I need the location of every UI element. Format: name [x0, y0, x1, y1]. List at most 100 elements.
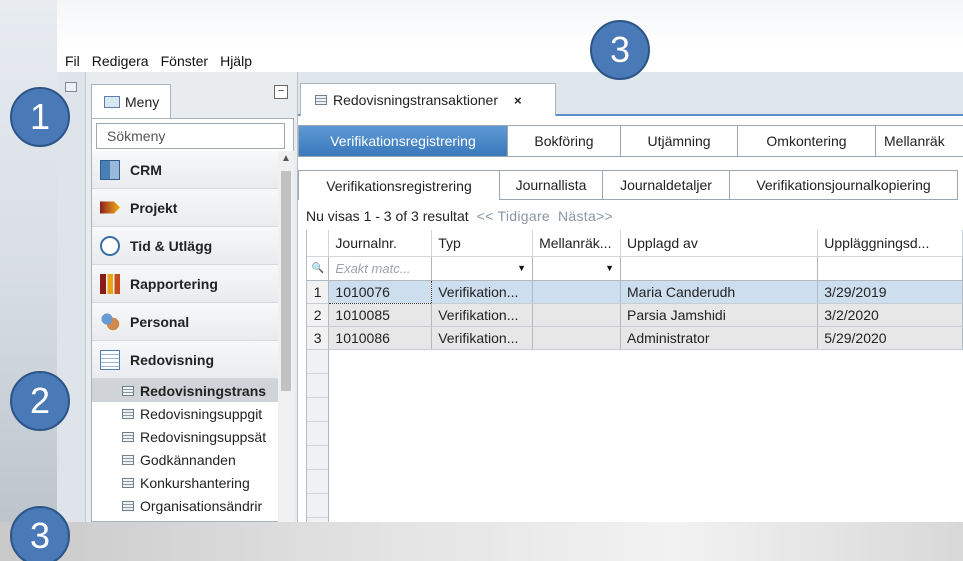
subtab-verifikationsregistrering[interactable]: Verifikationsregistrering: [298, 170, 500, 200]
people-icon: [100, 311, 120, 332]
menu-body: CRM Projekt Tid & Utlägg Rapportering Pe…: [91, 118, 294, 523]
cell-upplaggningsdatum[interactable]: 5/29/2020: [817, 326, 963, 350]
journal-table: Journalnr. Typ Mellanräk... Upplagd av U…: [307, 230, 963, 350]
menu-item-konkurshantering[interactable]: Konkurshantering: [92, 471, 278, 494]
menu-hjalp[interactable]: Hjälp: [220, 53, 252, 69]
menu-item-label: Konkurshantering: [140, 474, 250, 491]
menu-scrollbar[interactable]: ▲: [278, 151, 294, 523]
menu-item-organisationsandring[interactable]: Organisationsändrir: [92, 494, 278, 517]
cell-typ[interactable]: Verifikation...: [431, 303, 534, 327]
subtab-verifikationsjournalkopiering[interactable]: Verifikationsjournalkopiering: [730, 170, 958, 200]
menu-category-label: Personal: [130, 313, 190, 330]
close-tab-icon[interactable]: ×: [514, 93, 522, 108]
menu-fil[interactable]: Fil: [65, 53, 80, 69]
menu-item-label: Redovisningsuppsät: [140, 428, 267, 445]
menu-item-redovisningstransaktioner[interactable]: Redovisningstrans: [92, 379, 278, 402]
cell-typ[interactable]: Verifikation...: [431, 280, 534, 304]
menu-category-projekt[interactable]: Projekt: [92, 189, 278, 227]
cell-journalnr[interactable]: 1010085: [328, 303, 433, 327]
tab-meny[interactable]: Meny: [91, 84, 171, 118]
filter-upplaggningsdatum[interactable]: [817, 256, 963, 281]
column-mellanrakning[interactable]: Mellanräk...: [532, 230, 622, 257]
menu-item-redovisningsuppgifter[interactable]: Redovisningsuppgit: [92, 402, 278, 425]
filter-placeholder: Exakt matc...: [335, 261, 411, 276]
filter-journalnr-input[interactable]: Exakt matc...: [328, 256, 433, 281]
collapse-button[interactable]: −: [274, 85, 288, 99]
level2-tabs: Verifikationsregistrering Journallista J…: [298, 170, 958, 200]
menu-category-redovisning[interactable]: Redovisning: [92, 341, 278, 379]
menu-fonster[interactable]: Fönster: [161, 53, 208, 69]
tab-utjamning[interactable]: Utjämning: [621, 125, 738, 157]
column-upplaggningsdatum[interactable]: Uppläggningsd...: [817, 230, 963, 257]
menu-item-redovisningsuppsattning[interactable]: Redovisningsuppsät: [92, 425, 278, 448]
column-journalnr[interactable]: Journalnr.: [328, 230, 433, 257]
document-icon: [315, 95, 327, 105]
document-tab-strip: Redovisningstransaktioner ×: [298, 72, 963, 116]
menu-category-personal[interactable]: Personal: [92, 303, 278, 341]
table-row[interactable]: 3 1010086 Verifikation... Administrator …: [307, 326, 963, 350]
tab-verifikationsregistrering[interactable]: Verifikationsregistrering: [298, 125, 508, 157]
menu-item-label: Redovisningstrans: [140, 382, 267, 399]
cell-journalnr[interactable]: 1010086: [328, 326, 433, 350]
column-typ[interactable]: Typ: [431, 230, 534, 257]
row-number: 3: [307, 326, 330, 350]
menu-item-godkannanden[interactable]: Godkännanden: [92, 448, 278, 471]
menu-category-tid-utlagg[interactable]: Tid & Utlägg: [92, 227, 278, 265]
menu-panel: Meny − CRM Projekt Tid & Utlägg Rapporte…: [86, 72, 298, 523]
document-icon: [122, 431, 134, 442]
journal-grid: Journalnr. Typ Mellanräk... Upplagd av U…: [306, 230, 963, 522]
tab-redovisningstransaktioner[interactable]: Redovisningstransaktioner ×: [300, 83, 556, 116]
cell-upplagd-av[interactable]: Administrator: [620, 326, 819, 350]
cell-mellanrakning[interactable]: [532, 280, 622, 304]
previous-link[interactable]: << Tidigare: [477, 208, 550, 224]
clock-icon: [100, 235, 120, 256]
tab-bokforing[interactable]: Bokföring: [508, 125, 621, 157]
next-link[interactable]: Nästa>>: [558, 208, 613, 224]
document-icon: [122, 477, 134, 488]
ledger-icon: [100, 349, 120, 370]
menu-category-label: Rapportering: [130, 275, 218, 292]
panel-pin-icon[interactable]: [65, 82, 77, 92]
step-badge-2: 2: [10, 371, 70, 431]
scroll-up-icon[interactable]: ▲: [281, 153, 291, 164]
empty-row-headers: [307, 350, 329, 522]
filter-typ-dropdown[interactable]: ▼: [431, 256, 534, 281]
search-menu-input[interactable]: [96, 123, 285, 149]
menu-item-label: Organisationsändrir: [140, 497, 263, 514]
main-area: Redovisningstransaktioner × Verifikation…: [298, 72, 963, 522]
tab-meny-label: Meny: [125, 93, 160, 110]
filter-upplagd-av[interactable]: [620, 256, 819, 281]
filter-mellanrakning-dropdown[interactable]: ▼: [532, 256, 622, 281]
document-icon: [122, 385, 134, 396]
cell-mellanrakning[interactable]: [532, 326, 622, 350]
menu-category-rapportering[interactable]: Rapportering: [92, 265, 278, 303]
scrollbar-thumb[interactable]: [281, 171, 291, 391]
tab-mellanrakning[interactable]: Mellanräk: [876, 125, 963, 157]
menu-bar: Fil Redigera Fönster Hjälp: [57, 50, 963, 72]
subtab-journallista[interactable]: Journallista: [500, 170, 603, 200]
cell-upplaggningsdatum[interactable]: 3/29/2019: [817, 280, 963, 304]
menu-redigera[interactable]: Redigera: [92, 53, 149, 69]
menu-item-label: Redovisningsuppgit: [140, 405, 263, 422]
menu-category-crm[interactable]: CRM: [92, 151, 278, 189]
row-number: 1: [307, 280, 330, 304]
cell-upplagd-av[interactable]: Parsia Jamshidi: [620, 303, 819, 327]
cell-journalnr[interactable]: 1010076: [328, 279, 433, 304]
cell-upplagd-av[interactable]: Maria Canderudh: [620, 280, 819, 304]
tab-omkontering[interactable]: Omkontering: [738, 125, 876, 157]
row-number: 2: [307, 303, 330, 327]
cell-mellanrakning[interactable]: [532, 303, 622, 327]
menu-category-label: CRM: [130, 161, 162, 178]
table-row[interactable]: 1 1010076 Verifikation... Maria Canderud…: [307, 279, 963, 304]
side-strip: [57, 72, 86, 522]
chevron-down-icon: ▼: [517, 263, 527, 273]
subtab-journaldetaljer[interactable]: Journaldetaljer: [603, 170, 730, 200]
level1-tabs: Verifikationsregistrering Bokföring Utjä…: [298, 125, 963, 157]
filter-search-icon: 🔍: [307, 256, 330, 281]
cell-upplaggningsdatum[interactable]: 3/2/2020: [817, 303, 963, 327]
table-row[interactable]: 2 1010085 Verifikation... Parsia Jamshid…: [307, 303, 963, 327]
column-upplagd-av[interactable]: Upplagd av: [620, 230, 819, 257]
document-icon: [122, 500, 134, 511]
background-left: [0, 0, 57, 561]
cell-typ[interactable]: Verifikation...: [431, 326, 534, 350]
